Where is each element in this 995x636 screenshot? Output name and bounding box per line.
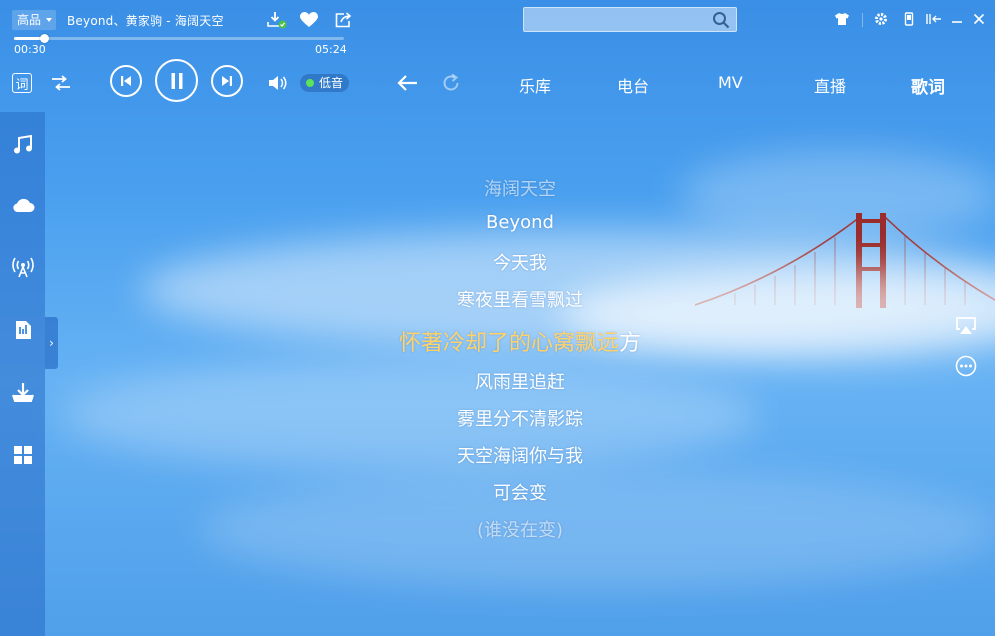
current-time: 00:30	[14, 43, 46, 56]
divider	[862, 13, 863, 27]
refresh-icon	[443, 73, 459, 91]
lyric-line: 天空海阔你与我	[457, 446, 583, 467]
minimize-icon	[952, 21, 962, 23]
tab-library[interactable]: 乐库	[519, 73, 551, 97]
refresh-button[interactable]	[439, 71, 463, 95]
more-options-button[interactable]	[954, 354, 978, 378]
quality-selector[interactable]: 高品	[12, 10, 56, 30]
back-button[interactable]	[395, 71, 419, 95]
close-icon	[973, 13, 985, 25]
arrow-left-icon	[397, 75, 417, 91]
skin-icon	[835, 13, 849, 25]
chevron-right-icon: ›	[49, 336, 54, 350]
sidebar-item-playlist[interactable]	[10, 317, 35, 342]
settings-button[interactable]	[873, 11, 889, 27]
minimize-button[interactable]	[949, 11, 965, 27]
next-track-button[interactable]	[211, 65, 243, 97]
low-sound-toggle[interactable]: 低音	[300, 74, 349, 92]
pause-icon	[171, 72, 182, 89]
lyric-line: 寒夜里看雪飘过	[457, 290, 583, 311]
music-note-icon	[13, 134, 32, 153]
apps-grid-icon	[13, 445, 32, 464]
sidebar-item-music[interactable]	[10, 132, 35, 157]
volume-icon	[269, 76, 287, 90]
close-button[interactable]	[971, 11, 987, 27]
settings-icon	[875, 13, 887, 25]
top-bar: 高品 Beyond、黄家驹 - 海阔天空 00:30 05:24 词 低音 乐库…	[0, 0, 995, 112]
current-lyric-line: 怀著冷却了的心窝飘远方	[345, 325, 695, 357]
mobile-button[interactable]	[901, 11, 917, 27]
lyric-line: 雾里分不清影踪	[457, 409, 583, 430]
sidebar-expand-button[interactable]: ›	[45, 317, 58, 369]
sidebar-item-cloud[interactable]	[10, 192, 35, 217]
music-player-window: 高品 Beyond、黄家驹 - 海阔天空 00:30 05:24 词 低音 乐库…	[0, 0, 995, 636]
mini-mode-icon	[926, 14, 941, 24]
playlist-icon	[15, 320, 31, 339]
share-button[interactable]	[333, 10, 353, 30]
total-time: 05:24	[315, 43, 347, 56]
download-check-icon	[267, 12, 287, 29]
status-dot	[306, 79, 314, 87]
heart-icon	[300, 12, 318, 27]
now-playing-title: Beyond、黄家驹 - 海阔天空	[67, 14, 224, 28]
search-box[interactable]	[523, 7, 737, 32]
search-input[interactable]	[524, 8, 704, 31]
more-icon	[955, 355, 977, 377]
quality-label: 高品	[17, 13, 42, 27]
current-lyric-remaining: 方	[619, 331, 642, 356]
volume-button[interactable]	[266, 72, 290, 94]
lyric-line: 海阔天空	[484, 179, 556, 200]
download-icon	[11, 382, 34, 402]
tab-live[interactable]: 直播	[814, 73, 846, 97]
pause-button[interactable]	[155, 59, 198, 102]
favorite-button[interactable]	[299, 10, 319, 30]
tab-radio[interactable]: 电台	[617, 73, 649, 97]
lyrics-toggle-label: 词	[15, 77, 29, 93]
progress-bar[interactable]	[14, 34, 344, 43]
caret-down-icon	[46, 18, 52, 22]
lyric-line: (谁没在变)	[476, 520, 564, 541]
lyric-line: 风雨里追赶	[475, 372, 565, 393]
sidebar-item-apps[interactable]	[10, 442, 35, 467]
lyric-line: 可会变	[493, 483, 547, 504]
low-sound-label: 低音	[319, 76, 344, 90]
download-song-button[interactable]	[267, 10, 287, 30]
sidebar-item-download[interactable]	[10, 379, 35, 404]
mini-mode-button[interactable]	[926, 11, 942, 27]
skip-next-icon	[222, 76, 232, 86]
mobile-icon	[904, 12, 914, 26]
previous-track-button[interactable]	[110, 65, 142, 97]
lyrics-toggle-button[interactable]: 词	[12, 73, 32, 93]
skip-previous-icon	[121, 76, 131, 86]
cast-button[interactable]	[954, 314, 978, 338]
share-icon	[335, 12, 351, 28]
airplay-icon	[956, 317, 976, 334]
current-lyric-sung: 怀著冷却了的心窝飘远	[398, 331, 619, 356]
tab-lyrics[interactable]: 歌词	[911, 73, 945, 98]
play-mode-button[interactable]	[50, 73, 72, 93]
lyric-line: Beyond	[486, 212, 554, 233]
sidebar	[0, 112, 45, 636]
sidebar-item-radio[interactable]	[10, 254, 35, 279]
progress-handle[interactable]	[40, 34, 50, 43]
radio-icon	[11, 257, 34, 277]
shuffle-icon	[52, 75, 70, 91]
search-icon[interactable]	[712, 11, 730, 29]
tab-mv[interactable]: MV	[718, 73, 743, 92]
cloud-icon	[12, 198, 34, 212]
lyric-line: 今天我	[493, 253, 547, 274]
skin-button[interactable]	[834, 11, 850, 27]
